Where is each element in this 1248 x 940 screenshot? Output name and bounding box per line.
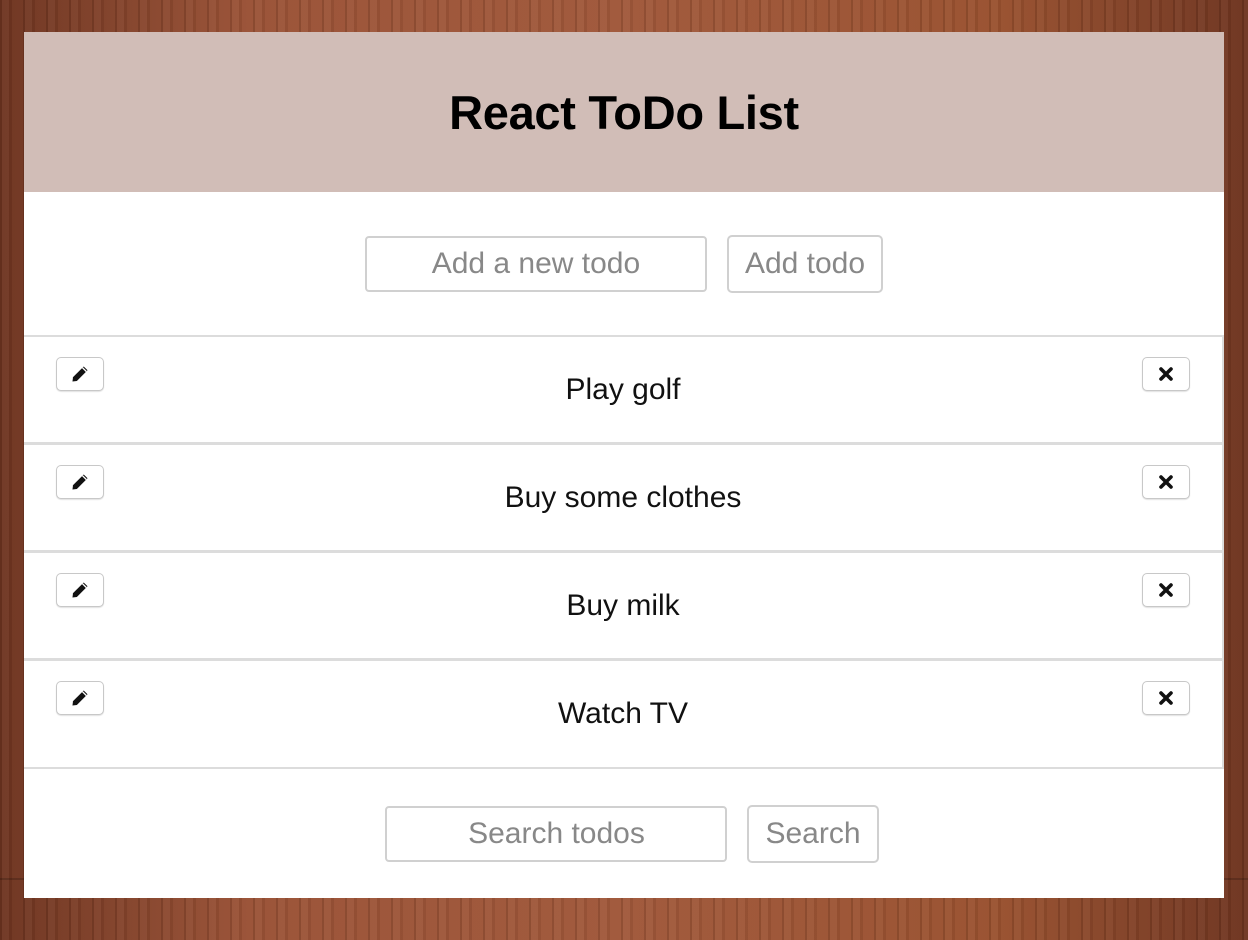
todo-app: React ToDo List Add todo Play golf: [24, 32, 1224, 898]
add-todo-button[interactable]: Add todo: [726, 234, 884, 293]
new-todo-input[interactable]: [364, 235, 707, 292]
edit-button[interactable]: [56, 681, 104, 715]
todo-list: Play golf Buy some clothes Buy milk Watc…: [24, 337, 1224, 769]
pencil-icon: [72, 366, 88, 382]
delete-button[interactable]: [1142, 465, 1190, 499]
todo-item: Buy milk: [24, 553, 1224, 661]
pencil-icon: [72, 474, 88, 490]
close-icon: [1159, 691, 1173, 705]
close-icon: [1159, 367, 1173, 381]
search-form: Search: [24, 769, 1224, 899]
pencil-icon: [72, 582, 88, 598]
todo-text: Buy some clothes: [504, 480, 742, 514]
edit-button[interactable]: [56, 573, 104, 607]
todo-item: Watch TV: [24, 661, 1224, 769]
todo-text: Play golf: [565, 372, 681, 406]
search-button[interactable]: Search: [747, 805, 879, 863]
todo-item: Buy some clothes: [24, 445, 1224, 553]
edit-button[interactable]: [56, 465, 104, 499]
close-icon: [1159, 583, 1173, 597]
search-input[interactable]: [385, 806, 728, 862]
delete-button[interactable]: [1142, 573, 1190, 607]
todo-item: Play golf: [24, 337, 1224, 445]
pencil-icon: [72, 690, 88, 706]
todo-text: Buy milk: [566, 588, 680, 622]
add-todo-form: Add todo: [24, 192, 1224, 337]
page-title: React ToDo List: [449, 85, 799, 139]
delete-button[interactable]: [1142, 681, 1190, 715]
edit-button[interactable]: [56, 357, 104, 391]
delete-button[interactable]: [1142, 357, 1190, 391]
close-icon: [1159, 475, 1173, 489]
app-header: React ToDo List: [24, 32, 1224, 192]
todo-text: Watch TV: [557, 697, 689, 730]
